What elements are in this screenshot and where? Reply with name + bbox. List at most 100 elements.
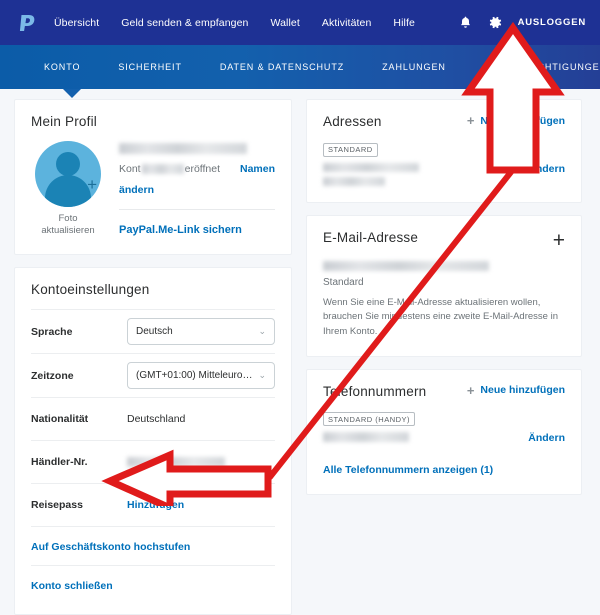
nav-item-hilfe[interactable]: Hilfe [393, 17, 415, 29]
language-select-value: Deutsch [136, 326, 173, 337]
add-address-label: Neue hinzufügen [480, 114, 565, 127]
phones-card: Telefonnummern + Neue hinzufügen STANDAR… [306, 368, 582, 496]
addresses-title: Adressen [323, 114, 382, 129]
subnav-item-benachrichtigungen[interactable]: BENACHRICHTIGUNGEN [484, 62, 600, 72]
upgrade-business-row: Auf Geschäftskonto hochstufen [31, 527, 275, 566]
phone-value-row: Ändern [323, 432, 565, 444]
account-since-row: Kont eröffnet Namen [119, 163, 275, 175]
avatar-body-shape [45, 175, 91, 207]
merchant-id-redacted [127, 457, 225, 467]
avatar-head-shape [56, 152, 80, 176]
addresses-card-header: Adressen + Neue hinzufügen [323, 114, 565, 129]
gear-icon[interactable] [488, 15, 503, 30]
email-address-redacted [323, 260, 489, 271]
change-name-link[interactable]: Namen [240, 163, 275, 175]
subnav-item-daten-datenschutz[interactable]: DATEN & DATENSCHUTZ [220, 62, 344, 72]
show-all-phones-link[interactable]: Alle Telefonnummern anzeigen (1) [323, 464, 493, 476]
profile-row: + Foto aktualisieren Kont eröffnet Namen … [31, 141, 275, 238]
add-passport-link[interactable]: Hinzufügen [127, 499, 184, 511]
language-select[interactable]: Deutsch ⌄ [127, 318, 275, 345]
active-tab-caret-icon [63, 89, 81, 98]
secondary-nav: KONTO SICHERHEIT DATEN & DATENSCHUTZ ZAH… [0, 45, 600, 98]
profile-info: Kont eröffnet Namen ändern PayPal.Me-Link… [119, 141, 275, 238]
paypal-logo[interactable] [14, 10, 40, 36]
phone-number-redacted [323, 432, 409, 443]
email-card: E-Mail-Adresse + Standard Wenn Sie eine … [306, 214, 582, 357]
profile-card: Mein Profil + Foto aktualisieren Kont er… [14, 99, 292, 255]
account-settings-card: Kontoeinstellungen Sprache Deutsch ⌄ Zei… [14, 267, 292, 615]
account-since-suffix: eröffnet [184, 163, 221, 175]
primary-nav: Übersicht Geld senden & empfangen Wallet… [54, 17, 415, 29]
account-since-prefix: Kont [119, 163, 141, 175]
email-title: E-Mail-Adresse [323, 229, 419, 245]
right-column: Adressen + Neue hinzufügen STANDARD Ände… [306, 99, 582, 496]
update-photo-label[interactable]: Foto aktualisieren [31, 213, 105, 237]
settings-row-nationalitaet: Nationalität Deutschland [31, 398, 275, 441]
email-note: Wenn Sie eine E-Mail-Adresse aktualisier… [323, 296, 558, 337]
change-name-row-2: ändern [119, 180, 275, 198]
close-account-row: Konto schließen [31, 566, 275, 598]
plus-icon: + [466, 382, 475, 398]
address-line2-redacted [323, 176, 385, 186]
plus-icon: + [466, 113, 475, 128]
profile-card-title: Mein Profil [31, 114, 97, 129]
account-since-redacted [141, 164, 184, 175]
upgrade-to-business-link[interactable]: Auf Geschäftskonto hochstufen [31, 541, 190, 553]
left-column: Mein Profil + Foto aktualisieren Kont er… [14, 99, 292, 615]
subnav-item-sicherheit[interactable]: SICHERHEIT [118, 62, 182, 72]
phone-default-badge: STANDARD (HANDY) [323, 412, 416, 427]
bell-icon[interactable] [458, 15, 473, 30]
settings-label-zeitzone: Zeitzone [31, 369, 74, 382]
addresses-card: Adressen + Neue hinzufügen STANDARD Ände… [306, 99, 582, 203]
update-photo-line1: Foto [58, 213, 78, 224]
top-header: Übersicht Geld senden & empfangen Wallet… [0, 0, 600, 45]
logout-button[interactable]: AUSLOGGEN [518, 17, 586, 28]
phones-card-header: Telefonnummern + Neue hinzufügen [323, 384, 565, 399]
nav-item-aktivitaeten[interactable]: Aktivitäten [322, 17, 372, 29]
profile-name-redacted [119, 143, 247, 154]
settings-label-haendler-nr: Händler-Nr. [31, 456, 88, 468]
close-account-link[interactable]: Konto schließen [31, 580, 113, 592]
account-settings-title: Kontoeinstellungen [31, 282, 150, 297]
add-phone-button[interactable]: + Neue hinzufügen [467, 384, 565, 397]
header-actions: AUSLOGGEN [458, 15, 586, 30]
avatar-block: + Foto aktualisieren [31, 141, 105, 238]
settings-label-reisepass: Reisepass [31, 499, 83, 511]
paypal-me-link[interactable]: PayPal.Me-Link sichern [119, 224, 242, 236]
nav-item-wallet[interactable]: Wallet [270, 17, 299, 29]
settings-label-sprache: Sprache [31, 325, 73, 338]
settings-row-sprache: Sprache Deutsch ⌄ [31, 309, 275, 354]
address-value-row: Ändern [323, 162, 565, 186]
address-redacted-block [323, 162, 419, 186]
subnav-item-konto[interactable]: KONTO [44, 62, 80, 72]
update-photo-line2: aktualisieren [41, 224, 95, 236]
chevron-down-icon: ⌄ [258, 370, 266, 380]
timezone-select[interactable]: (GMT+01:00) Mitteleuropäische… ⌄ [127, 362, 275, 389]
chevron-down-icon: ⌄ [258, 326, 266, 336]
phones-card-footer: Alle Telefonnummern anzeigen (1) [323, 460, 565, 478]
page-body: Mein Profil + Foto aktualisieren Kont er… [0, 89, 600, 615]
settings-row-zeitzone: Zeitzone (GMT+01:00) Mitteleuropäische… … [31, 354, 275, 398]
address-line1-redacted [323, 162, 419, 172]
add-address-button[interactable]: + Neue hinzufügen [467, 114, 565, 127]
timezone-select-value: (GMT+01:00) Mitteleuropäische… [136, 370, 252, 381]
add-email-button[interactable]: + [553, 230, 565, 251]
settings-row-haendler-nr: Händler-Nr. [31, 441, 275, 484]
change-address-link[interactable]: Ändern [528, 163, 565, 175]
settings-label-nationalitaet: Nationalität [31, 413, 89, 425]
nav-item-uebersicht[interactable]: Übersicht [54, 17, 99, 29]
phones-title: Telefonnummern [323, 383, 427, 399]
profile-divider [119, 209, 275, 210]
add-photo-plus-icon[interactable]: + [87, 176, 97, 193]
avatar[interactable]: + [35, 141, 101, 207]
account-since-text: Kont eröffnet [119, 163, 220, 175]
change-phone-link[interactable]: Ändern [528, 432, 565, 444]
nav-item-geld-senden[interactable]: Geld senden & empfangen [121, 17, 248, 29]
address-default-badge: STANDARD [323, 142, 378, 157]
email-card-header: E-Mail-Adresse + [323, 230, 565, 251]
add-phone-label: Neue hinzufügen [480, 384, 565, 397]
email-status: Standard [323, 276, 364, 288]
subnav-item-zahlungen[interactable]: ZAHLUNGEN [382, 62, 446, 72]
settings-value-nationalitaet: Deutschland [127, 413, 186, 425]
change-name-link-2[interactable]: ändern [119, 184, 154, 196]
